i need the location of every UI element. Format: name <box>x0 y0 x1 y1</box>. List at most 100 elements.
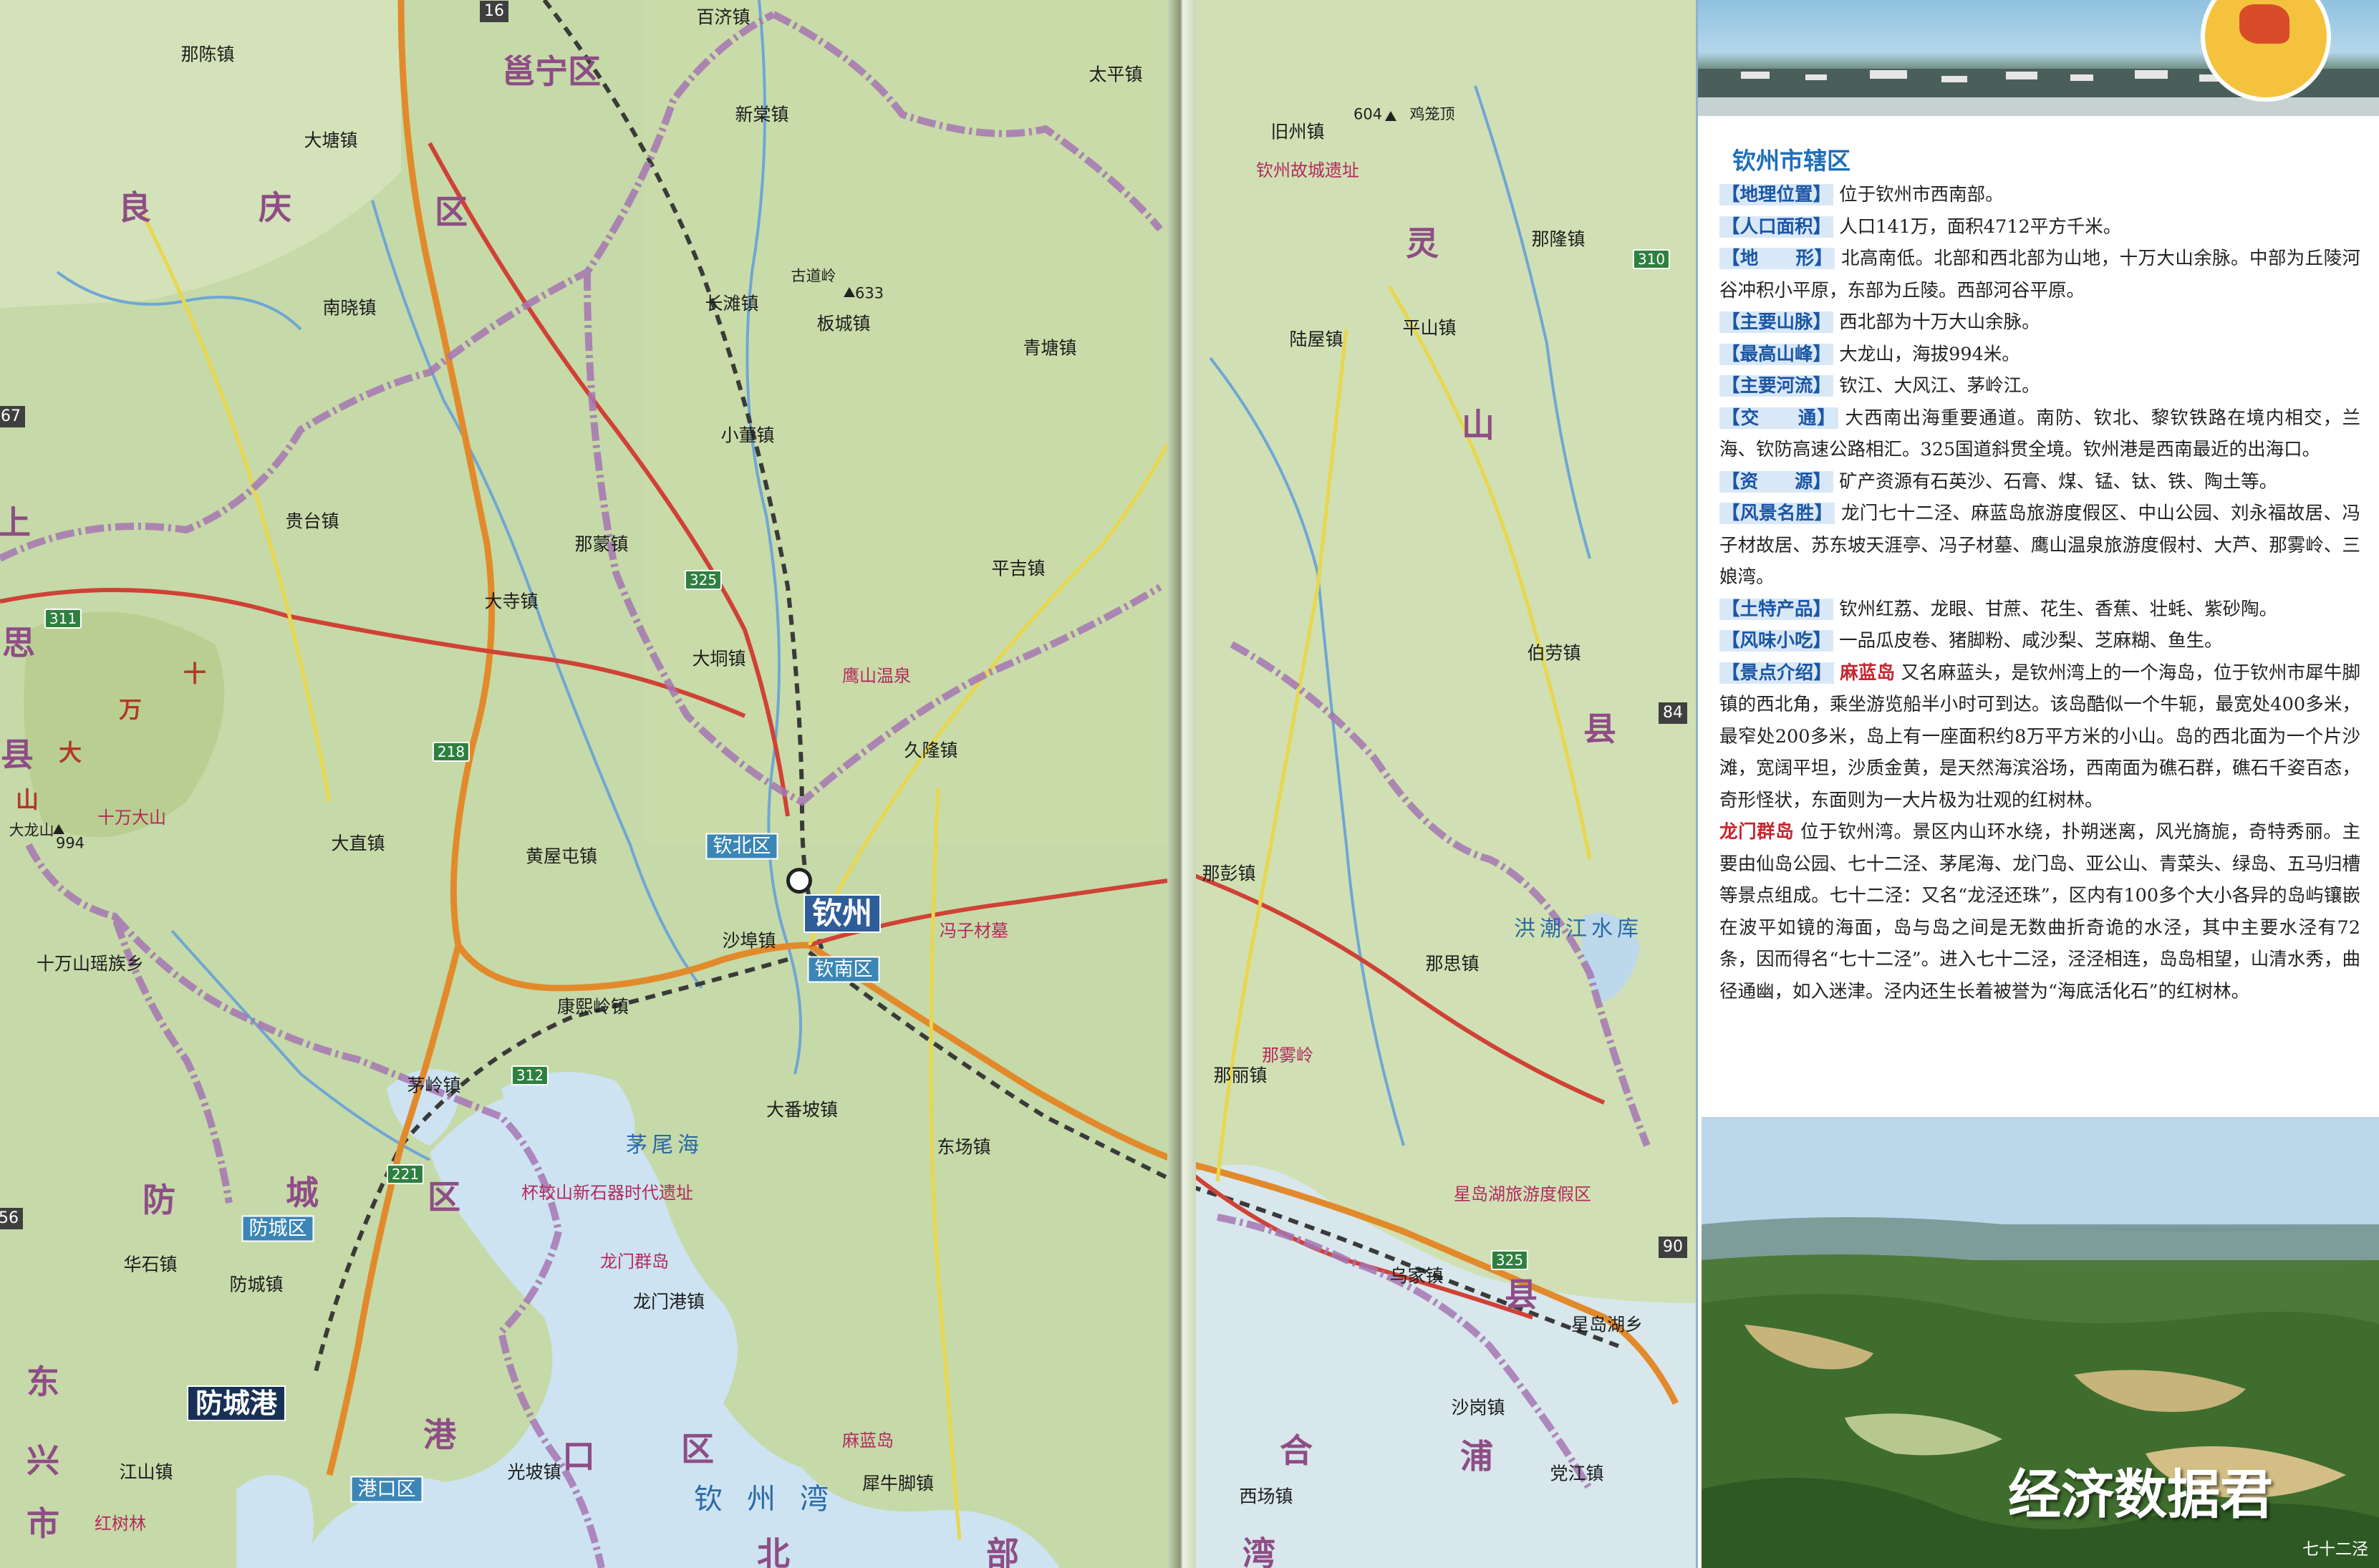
town-label: 沙埠镇 <box>722 930 776 952</box>
town-label: 旧州镇 <box>1270 121 1325 142</box>
district-label: 灵 <box>1406 224 1439 263</box>
city-label-fangchenggang[interactable]: 防城港 <box>186 1385 286 1421</box>
town-label: 大直镇 <box>331 833 385 854</box>
peak-elevation: 604 <box>1353 105 1383 123</box>
info-tag: 【资 源】 <box>1719 470 1834 493</box>
district-label: 浦 <box>1460 1437 1493 1476</box>
water-label: 钦州湾 <box>694 1483 853 1516</box>
district-label: 山 <box>1462 406 1495 445</box>
info-value: 钦江、大风江、茅岭江。 <box>1839 375 2040 397</box>
map-base <box>0 0 1696 1568</box>
district-label: 思 <box>2 624 35 662</box>
peak-elevation: 633 <box>854 284 884 302</box>
town-label: 党江镇 <box>1550 1463 1604 1484</box>
info-value: 西北部为十万大山余脉。 <box>1839 311 2040 333</box>
town-label: 南晓镇 <box>322 297 377 319</box>
town-label: 东场镇 <box>937 1136 991 1158</box>
district-label: 市 <box>26 1504 59 1543</box>
district-label: 防 <box>143 1181 175 1219</box>
info-value: 钦州红荔、龙眼、甘蔗、花生、香蕉、壮蚝、紫砂陶。 <box>1839 598 2278 620</box>
town-label: 平吉镇 <box>991 558 1046 579</box>
info-row: 【最高山峰】 大龙山，海拔994米。 <box>1719 339 2360 371</box>
district-box-qinnan[interactable]: 钦南区 <box>807 956 880 983</box>
town-label: 伯劳镇 <box>1527 642 1581 664</box>
district-label: 兴 <box>26 1441 59 1480</box>
info-value: 一品瓜皮卷、猪脚粉、咸沙梨、芝麻糊、鱼生。 <box>1839 630 2223 652</box>
district-box-fangcheng[interactable]: 防城区 <box>241 1215 314 1242</box>
town-label: 太平镇 <box>1089 64 1143 85</box>
town-label: 龙门港镇 <box>632 1291 705 1312</box>
town-label: 华石镇 <box>123 1254 178 1275</box>
info-tag: 【地 形】 <box>1719 248 1835 269</box>
poi-label: 冯子材墓 <box>940 921 1008 941</box>
town-label: 青塘镇 <box>1023 337 1077 359</box>
info-tag: 【交 通】 <box>1719 407 1839 429</box>
town-label: 十万山瑶族乡 <box>36 953 145 974</box>
map: 16 67 84 90 56 311 325 325 218 312 221 3… <box>0 0 1696 1568</box>
info-row: 【地理位置】 位于钦州市西南部。 <box>1719 179 2360 211</box>
info-panel: 钦州市辖区 【地理位置】 位于钦州市西南部。 【人口面积】 人口141万，面积4… <box>1696 0 2379 1568</box>
islands-photo: 经济数据君 七十二泾 <box>1702 1117 2379 1568</box>
city-label-qinzhou[interactable]: 钦州 <box>803 894 882 933</box>
info-tag: 【主要山脉】 <box>1719 311 1834 333</box>
info-row: 【资 源】 矿产资源有石英沙、石膏、煤、锰、钛、铁、陶土等。 <box>1719 466 2360 498</box>
peak-icon <box>844 287 855 297</box>
town-label: 那蒙镇 <box>574 533 629 555</box>
poi-label: 杯较山新石器时代遗址 <box>521 1183 693 1203</box>
info-value: 位于钦州市西南部。 <box>1839 184 2004 205</box>
town-label: 防城镇 <box>229 1274 284 1295</box>
district-label: 县 <box>1505 1275 1538 1314</box>
photo-caption: 七十二泾 <box>2302 1540 2368 1559</box>
info-row: 【人口面积】 人口141万，面积4712平方千米。 <box>1719 211 2360 243</box>
poi-label: 那雾岭 <box>1262 1045 1313 1065</box>
road-shield: 310 <box>1632 249 1671 269</box>
district-label: 邕宁区 <box>502 52 601 91</box>
district-label: 口 <box>562 1437 595 1476</box>
district-box-qinbei[interactable]: 钦北区 <box>705 833 778 860</box>
poi-label: 龙门群岛 <box>600 1252 669 1272</box>
sea-label: 部 <box>986 1534 1019 1568</box>
info-value: 人口141万，面积4712平方千米。 <box>1839 216 2122 238</box>
panel-title: 钦州市辖区 <box>1732 147 1850 175</box>
info-tag: 【主要河流】 <box>1719 375 1834 397</box>
town-label: 百济镇 <box>696 6 751 28</box>
info-row: 【地 形】 北高南低。北部和西北部为山地，十万大山余脉。中部为丘陵河谷冲积小平原… <box>1719 243 2360 306</box>
water-label: 洪潮江水库 <box>1514 916 1643 942</box>
info-row: 【交 通】 大西南出海重要通道。南防、钦北、黎钦铁路在境内相交，兰海、钦防高速公… <box>1719 402 2360 466</box>
town-label: 平山镇 <box>1402 317 1457 339</box>
peak-elevation: 994 <box>55 834 85 852</box>
road-shield: 311 <box>44 609 82 629</box>
town-label: 沙岗镇 <box>1451 1397 1505 1418</box>
district-label: 城 <box>286 1173 319 1212</box>
peak-name: 古道岭 <box>791 267 836 285</box>
town-label: 星岛湖乡 <box>1570 1314 1644 1335</box>
spot-row: 【景点介绍】 麻蓝岛 又名麻蓝头，是钦州湾上的一个海岛，位于钦州市犀牛脚镇的西北… <box>1719 657 2360 817</box>
range-label: 大 <box>55 740 82 763</box>
town-label: 那陈镇 <box>180 44 235 65</box>
town-label: 西场镇 <box>1239 1486 1293 1507</box>
info-tag: 【风景名胜】 <box>1719 503 1835 524</box>
map-page-number: 16 <box>480 1 508 22</box>
spot-description: 又名麻蓝头，是钦州湾上的一个海岛，位于钦州市犀牛脚镇的西北角，乘坐游览船半小时可… <box>1719 662 2360 811</box>
spot-name: 龙门群岛 <box>1719 821 1795 843</box>
district-label: 区 <box>428 1178 460 1216</box>
map-page-number: 67 <box>0 406 25 427</box>
town-label: 犀牛脚镇 <box>862 1473 935 1494</box>
road-shield: 325 <box>684 570 723 590</box>
poi-label: 星岛湖旅游度假区 <box>1454 1184 1591 1204</box>
peak-icon <box>53 824 64 834</box>
poi-label: 鹰山温泉 <box>842 666 911 686</box>
sea-label: 湾 <box>1242 1534 1275 1568</box>
road-shield: 325 <box>1490 1250 1529 1270</box>
district-box-gangkou[interactable]: 港口区 <box>350 1476 423 1503</box>
spot-row: 龙门群岛 位于钦州湾。景区内山环水绕，扑朔迷离，风光旖旎，奇特秀丽。主要由仙岛公… <box>1719 816 2360 1007</box>
town-label: 乌家镇 <box>1389 1265 1444 1287</box>
sea-label: 北 <box>757 1534 790 1568</box>
info-row: 【风景名胜】 龙门七十二泾、麻蓝岛旅游度假区、中山公园、刘永福故居、冯子材故居、… <box>1719 498 2360 594</box>
town-label: 大垌镇 <box>692 648 746 669</box>
range-label: 万 <box>115 697 143 720</box>
water-label: 茅尾海 <box>626 1133 703 1158</box>
peak-name: 鸡笼顶 <box>1409 105 1455 123</box>
city-marker <box>786 868 812 894</box>
info-tag: 【景点介绍】 <box>1719 662 1834 684</box>
